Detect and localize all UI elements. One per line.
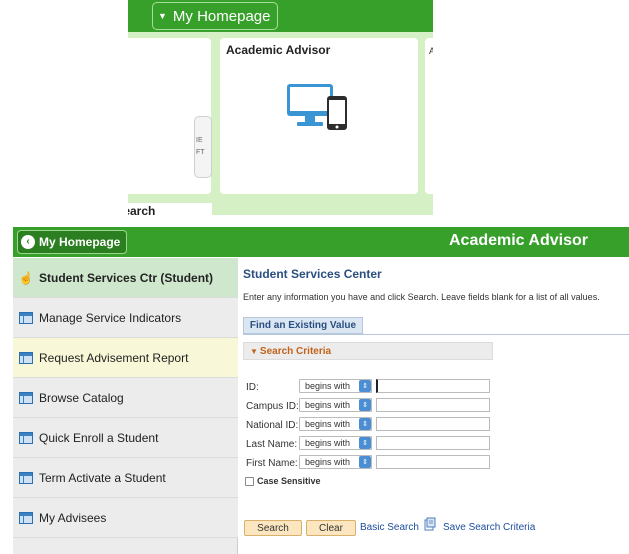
app-header: ‹ My Homepage Academic Advisor: [13, 227, 629, 257]
sidebar-item-label: My Advisees: [39, 510, 107, 525]
first-name-operator-select[interactable]: begins with ⇕: [299, 455, 372, 469]
sidebar-item-quick-enroll[interactable]: Quick Enroll a Student: [13, 418, 238, 458]
basic-search-link[interactable]: Basic Search: [360, 522, 419, 533]
tab-divider: [243, 334, 629, 335]
case-sensitive-checkbox[interactable]: [245, 476, 254, 486]
select-arrows-icon: ⇕: [359, 399, 371, 411]
page-icon: [19, 511, 33, 524]
page-icon: [19, 471, 33, 484]
national-id-label: National ID:: [246, 420, 299, 431]
tile-left-partial[interactable]: IE FT: [128, 38, 212, 194]
sidebar-item-student-services-ctr[interactable]: ☝ Student Services Ctr (Student): [13, 258, 238, 298]
page-icon: [19, 431, 33, 444]
my-homepage-dropdown-button[interactable]: ▼ My Homepage: [152, 2, 278, 30]
id-operator-value: begins with: [305, 381, 351, 391]
instructions-text: Enter any information you have and click…: [243, 292, 600, 302]
page-icon: [19, 311, 33, 324]
last-name-operator-select[interactable]: begins with ⇕: [299, 436, 372, 450]
tile-bottom-partial[interactable]: t Search: [128, 203, 212, 215]
homepage-tiles-panel: ▼ My Homepage IE FT Academic Advisor A a…: [128, 0, 433, 215]
last-name-label: Last Name:: [246, 439, 298, 450]
case-sensitive-label: Case Sensitive: [257, 476, 321, 486]
back-to-homepage-button[interactable]: ‹ My Homepage: [17, 230, 127, 254]
id-operator-select[interactable]: begins with ⇕: [299, 379, 372, 393]
sidebar-item-label: Browse Catalog: [39, 390, 124, 405]
sidebar-item-browse-catalog[interactable]: Browse Catalog: [13, 378, 238, 418]
screenshot-root: ▼ My Homepage IE FT Academic Advisor A a…: [0, 0, 629, 554]
case-sensitive-row: Case Sensitive: [245, 476, 321, 486]
page-icon: [19, 351, 33, 364]
id-label: ID:: [246, 382, 259, 393]
search-button[interactable]: Search: [244, 520, 302, 536]
tile-left-line-1: IE: [196, 137, 203, 144]
save-search-criteria-link[interactable]: Save Search Criteria: [443, 522, 535, 533]
search-criteria-toggle[interactable]: ▼ Search Criteria: [243, 342, 493, 360]
tile-bottom-title: t Search: [128, 204, 156, 215]
select-arrows-icon: ⇕: [359, 456, 371, 468]
campus-id-label: Campus ID:: [246, 401, 299, 412]
sidebar-item-label: Request Advisement Report: [39, 350, 189, 365]
sidebar-item-term-activate[interactable]: Term Activate a Student: [13, 458, 238, 498]
clear-button[interactable]: Clear: [306, 520, 356, 536]
select-arrows-icon: ⇕: [359, 380, 371, 392]
sidebar-item-my-advisees[interactable]: My Advisees: [13, 498, 238, 538]
national-id-input[interactable]: [376, 417, 490, 431]
sidebar-item-label: Quick Enroll a Student: [39, 430, 159, 445]
save-search-icon[interactable]: [424, 517, 436, 531]
back-homepage-label: My Homepage: [39, 235, 121, 249]
last-name-input[interactable]: [376, 436, 490, 450]
tile-left-line-2: FT: [196, 149, 205, 156]
sidebar-item-label: Manage Service Indicators: [39, 310, 182, 325]
tab-find-existing-value[interactable]: Find an Existing Value: [243, 317, 363, 334]
national-id-operator-value: begins with: [305, 419, 351, 429]
hand-pointer-icon: ☝: [18, 270, 34, 285]
first-name-input[interactable]: [376, 455, 490, 469]
search-criteria-label: Search Criteria: [259, 345, 332, 357]
id-input[interactable]: [376, 379, 490, 393]
my-homepage-label: My Homepage: [172, 7, 271, 25]
tile-right-text: A: [429, 46, 433, 56]
main-content: Student Services Center Enter any inform…: [239, 258, 629, 554]
sidebar-nav: ☝ Student Services Ctr (Student) Manage …: [13, 258, 238, 554]
sidebar-item-manage-service-indicators[interactable]: Manage Service Indicators: [13, 298, 238, 338]
campus-id-operator-select[interactable]: begins with ⇕: [299, 398, 372, 412]
triangle-down-icon: ▼: [250, 346, 258, 356]
caret-down-icon: ▼: [158, 11, 167, 21]
last-name-operator-value: begins with: [305, 438, 351, 448]
chevron-left-icon: ‹: [21, 235, 35, 249]
tile-title: Academic Advisor: [226, 43, 331, 57]
campus-id-input[interactable]: [376, 398, 490, 412]
national-id-operator-select[interactable]: begins with ⇕: [299, 417, 372, 431]
page-title: Student Services Center: [243, 267, 382, 281]
sidebar-item-request-advisement-report[interactable]: Request Advisement Report: [13, 338, 238, 378]
first-name-label: First Name:: [246, 458, 298, 469]
page-icon: [19, 391, 33, 404]
tile-left-card: IE FT: [194, 116, 212, 178]
desktop-and-phone-icon: [287, 84, 347, 130]
academic-advisor-tile[interactable]: Academic Advisor: [220, 38, 418, 194]
sidebar-item-label: Term Activate a Student: [39, 470, 166, 485]
first-name-operator-value: begins with: [305, 457, 351, 467]
homepage-top-bar: ▼ My Homepage: [128, 0, 433, 32]
select-arrows-icon: ⇕: [359, 437, 371, 449]
tile-right-partial[interactable]: A: [425, 38, 433, 194]
campus-id-operator-value: begins with: [305, 400, 351, 410]
select-arrows-icon: ⇕: [359, 418, 371, 430]
page-header-title: Academic Advisor: [448, 232, 588, 249]
sidebar-item-label: Student Services Ctr (Student): [39, 270, 214, 285]
